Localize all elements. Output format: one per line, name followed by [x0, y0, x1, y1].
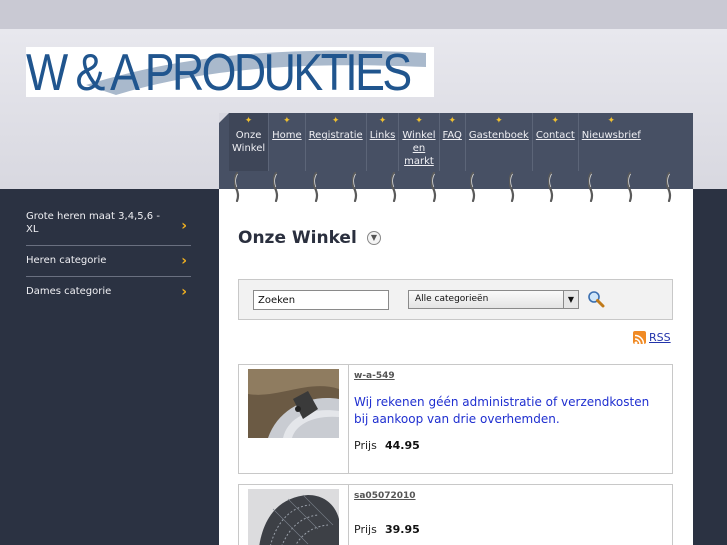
price-label: Prijs [354, 439, 377, 452]
sidebar-item[interactable]: Grote heren maat 3,4,5,6 - XL › [26, 206, 191, 246]
binder-ring [273, 172, 279, 202]
nav-item-label: Gastenboek [468, 130, 529, 141]
price-label: Prijs [354, 523, 377, 536]
product-image[interactable] [248, 369, 339, 438]
site-logo[interactable]: W & A PRODUKTIES [26, 47, 434, 97]
logo-text: W & A PRODUKTIES [26, 47, 412, 97]
rss-label: RSS [649, 331, 671, 344]
category-select-value: Alle categorieën [415, 294, 489, 304]
nav-item-registratie[interactable]: ✦ Registratie [306, 113, 367, 171]
binder-ring [351, 172, 358, 202]
product-thumb-cell [239, 365, 349, 473]
search-box: Alle categorieën ▼ [238, 279, 673, 320]
binder-ring [509, 172, 515, 202]
nav-corner [219, 113, 229, 123]
nav-item-winkel-en-markt[interactable]: ✦ Winkel en markt [399, 113, 440, 171]
nav-item-nieuwsbrief[interactable]: ✦ Nieuwsbrief [579, 113, 644, 171]
nav-item-label: FAQ [442, 130, 462, 141]
binder-ring [234, 172, 240, 202]
star-icon: ✦ [495, 116, 503, 126]
content-panel: Onze Winkel ▼ Alle categorieën ▼ RSS [219, 189, 693, 545]
binder-ring [666, 172, 672, 202]
nav-item-label: Onze Winkel [232, 130, 266, 154]
product-code[interactable]: w-a-549 [354, 371, 395, 381]
product-thumb-cell [239, 485, 349, 545]
sidebar-item[interactable]: Dames categorie › [26, 277, 191, 307]
binder-ring [548, 172, 554, 202]
chevron-right-icon: › [181, 253, 187, 269]
star-icon: ✦ [244, 116, 253, 126]
product-image[interactable] [248, 489, 339, 545]
nav-item-label: Winkel en markt [402, 130, 436, 167]
rss-icon [633, 331, 646, 345]
nav-item-home[interactable]: ✦ Home [269, 113, 306, 171]
binder-ring [391, 172, 397, 202]
price-value: 44.95 [385, 439, 420, 452]
nav-item-label: Registratie [308, 130, 363, 141]
rss-link[interactable]: RSS [633, 331, 671, 345]
binder-ring [587, 172, 593, 202]
nav-item-links[interactable]: ✦ Links [367, 113, 400, 171]
chevron-down-icon[interactable]: ▼ [367, 231, 381, 245]
search-icon[interactable] [587, 290, 605, 308]
top-band [0, 0, 727, 29]
star-icon: ✦ [448, 116, 456, 126]
sidebar-nav: Grote heren maat 3,4,5,6 - XL › Heren cate… [26, 206, 191, 307]
nav-item-label: Links [369, 130, 396, 141]
chevron-right-icon: › [181, 217, 187, 234]
nav-item-label: Nieuwsbrief [581, 130, 641, 141]
product-code[interactable]: sa05072010 [354, 491, 416, 501]
binder-ring [469, 172, 475, 202]
sidebar-item-label: Dames categorie [26, 286, 112, 297]
binder-rings [219, 172, 693, 202]
category-select[interactable]: Alle categorieën ▼ [408, 290, 579, 309]
search-input[interactable] [253, 290, 389, 310]
price-value: 39.95 [385, 523, 420, 536]
binder-ring [312, 172, 318, 202]
nav-item-faq[interactable]: ✦ FAQ [440, 113, 466, 171]
product-description: Wij rekenen géén administratie of verzen… [354, 395, 650, 426]
star-icon: ✦ [378, 116, 387, 126]
nav-item-label: Home [272, 130, 302, 141]
nav-item-label: Contact [535, 130, 575, 141]
star-icon: ✦ [607, 116, 616, 126]
binder-ring [627, 172, 633, 202]
nav-item-gastenboek[interactable]: ✦ Gastenboek [466, 113, 533, 171]
nav-item-onze-winkel[interactable]: ✦ Onze Winkel [229, 113, 270, 171]
page-title: Onze Winkel [238, 228, 357, 248]
sidebar-item-label: Heren categorie [26, 255, 107, 266]
star-icon: ✦ [283, 116, 291, 126]
chevron-right-icon: › [181, 284, 187, 300]
star-icon: ✦ [551, 116, 560, 126]
product-card: sa05072010 Prijs 39.95 [238, 484, 673, 545]
binder-ring [430, 172, 436, 202]
dropdown-arrow-icon[interactable]: ▼ [563, 291, 578, 308]
star-icon: ✦ [415, 116, 423, 126]
nav-item-contact[interactable]: ✦ Contact [533, 113, 579, 171]
star-icon: ✦ [331, 116, 340, 126]
sidebar-item-label: Grote heren maat 3,4,5,6 - XL [26, 211, 160, 235]
product-card: w-a-549 Wij rekenen géén administratie o… [238, 364, 673, 474]
sidebar-item[interactable]: Heren categorie › [26, 246, 191, 277]
right-background [693, 189, 727, 545]
